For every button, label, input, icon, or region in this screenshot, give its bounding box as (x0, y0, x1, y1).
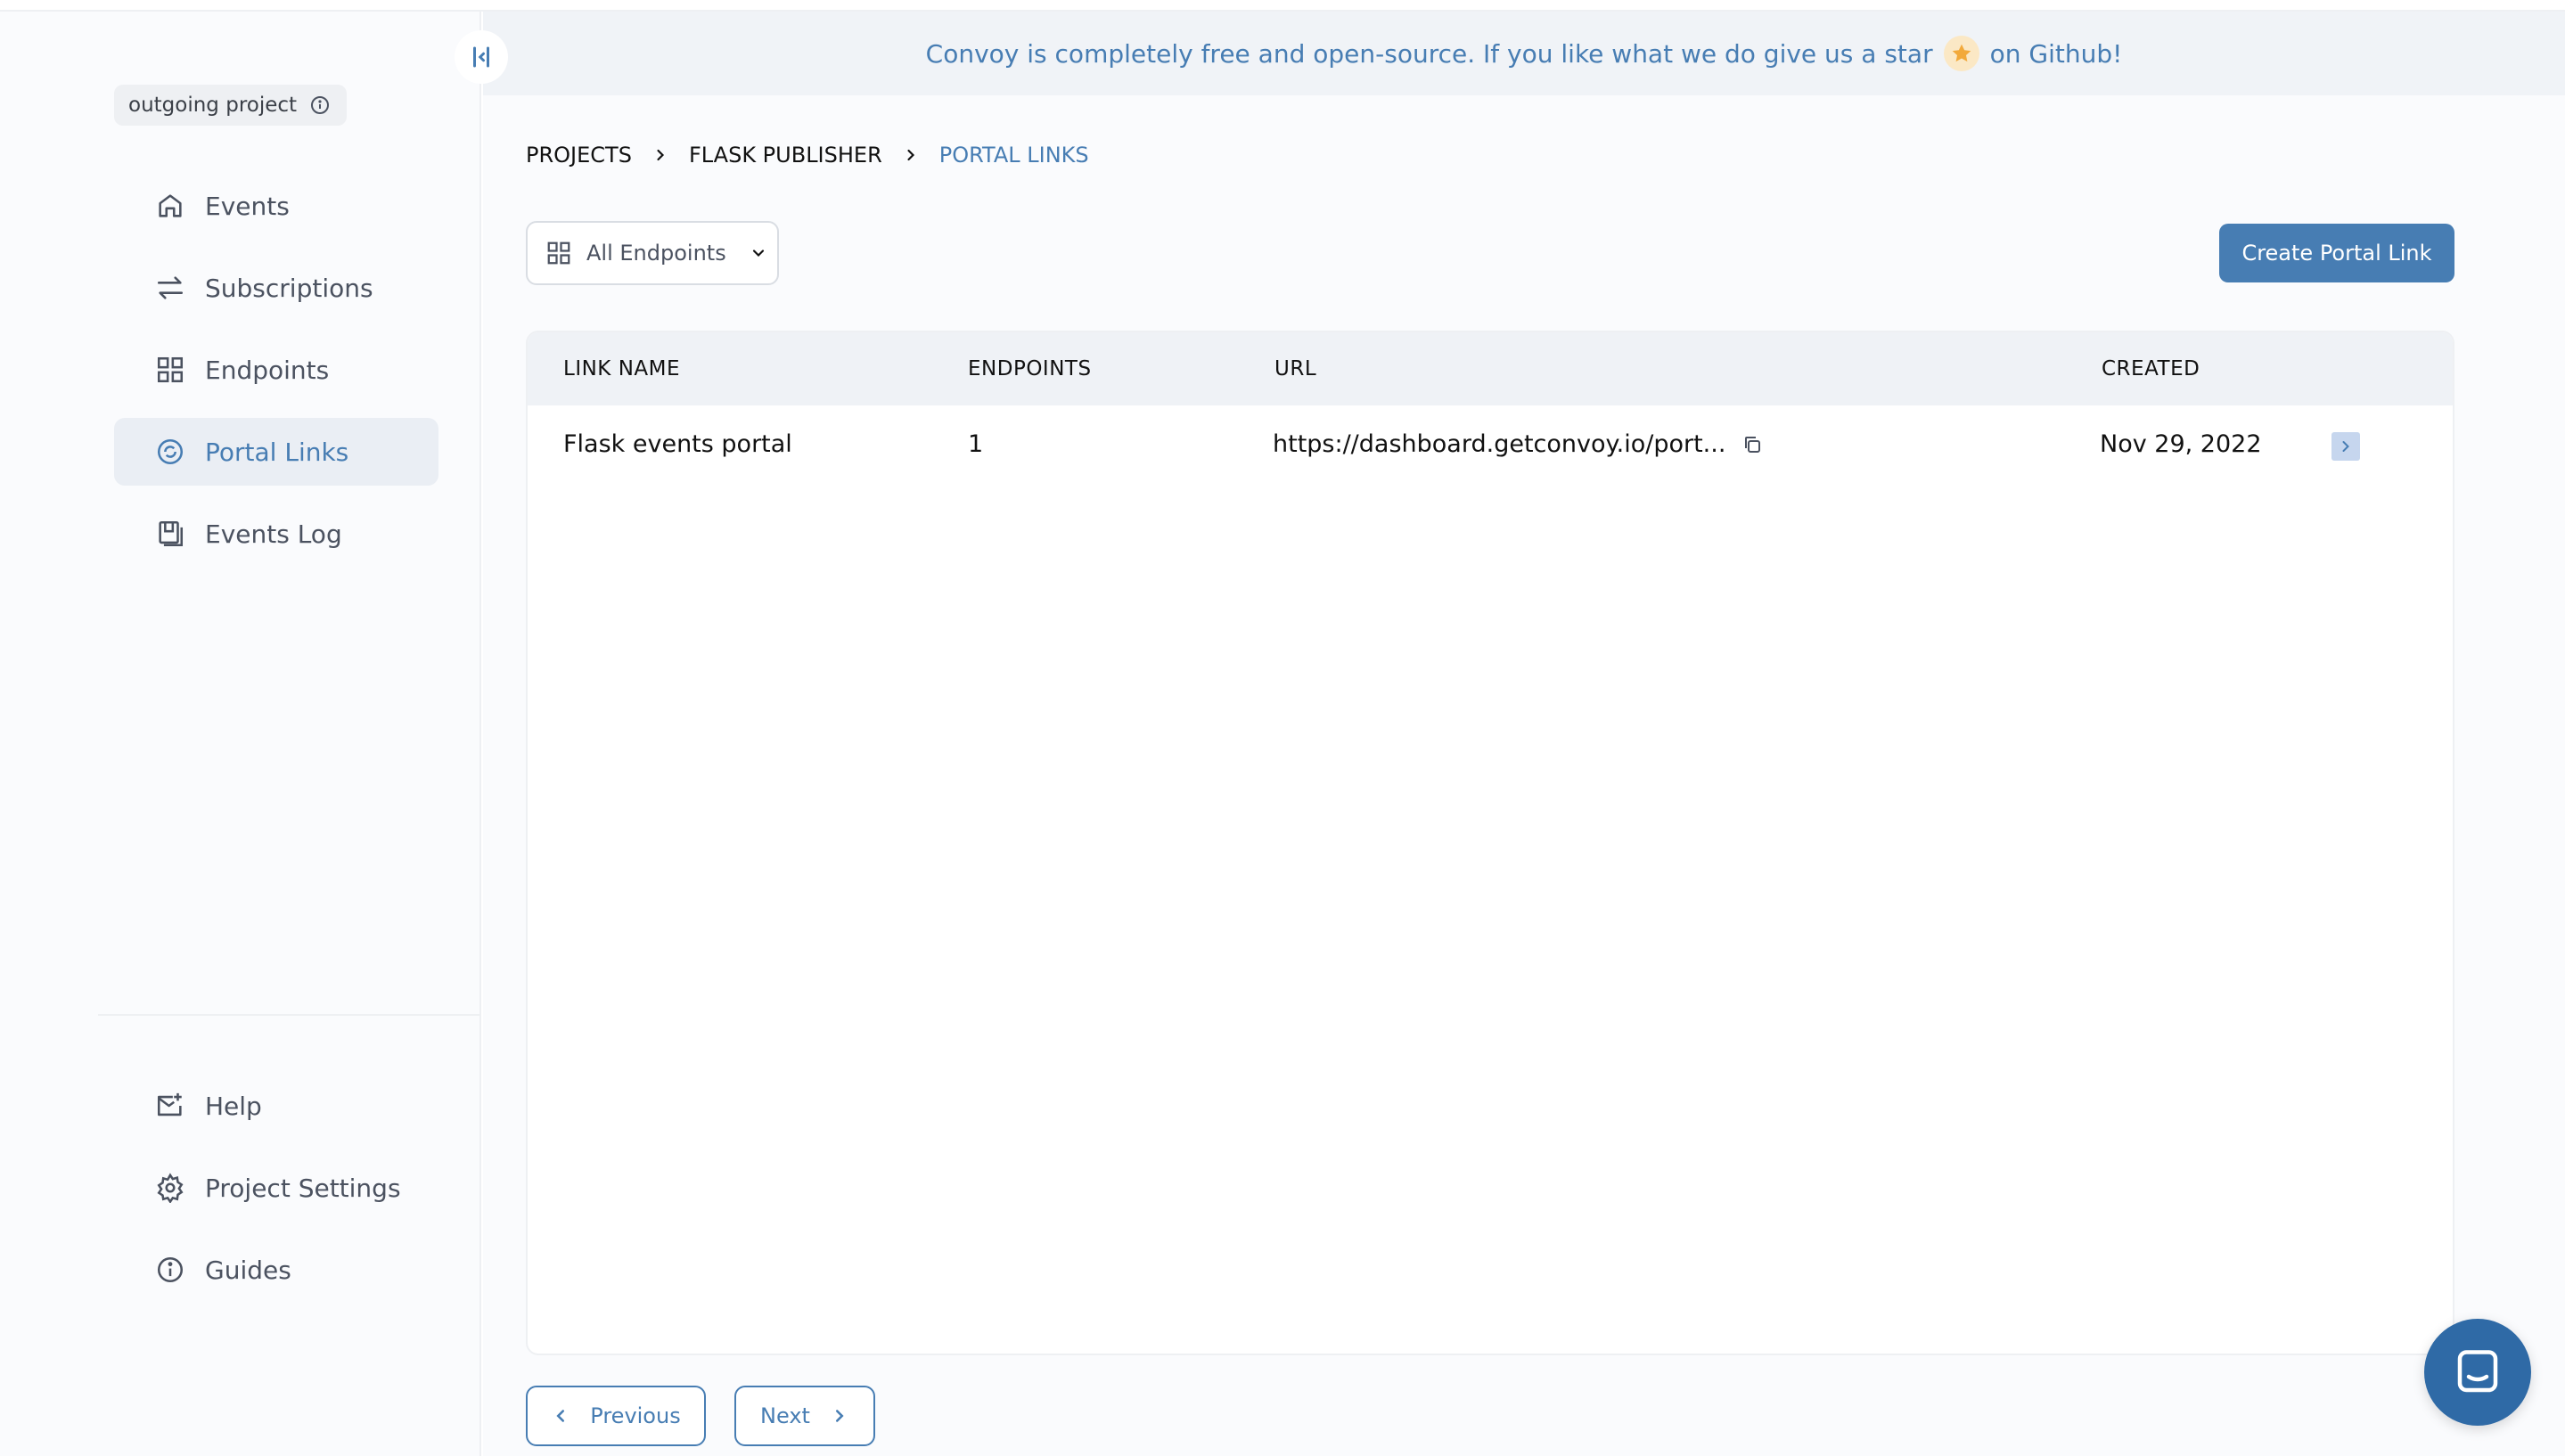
project-name: outgoing project (128, 94, 298, 117)
sidebar-divider (98, 1014, 481, 1016)
endpoints-filter-dropdown[interactable]: All Endpoints (526, 221, 779, 285)
home-icon (159, 194, 182, 217)
sidebar-item-label: Subscriptions (205, 273, 373, 303)
github-banner: Convoy is completely free and open-sourc… (483, 12, 2565, 95)
previous-page-button[interactable]: Previous (526, 1386, 706, 1446)
banner-link[interactable]: on Github! (1990, 39, 2123, 69)
gear-icon (157, 1173, 184, 1203)
column-header-created: CREATED (2102, 357, 2200, 380)
project-badge[interactable]: outgoing project (114, 85, 348, 126)
info-icon (157, 1256, 184, 1283)
chat-icon (2457, 1350, 2498, 1393)
create-portal-link-button[interactable]: Create Portal Link (2219, 224, 2454, 282)
url-text: https://dashboard.getconvoy.io/port... (1273, 430, 1726, 458)
sidebar-item-guides[interactable]: Guides (114, 1236, 438, 1304)
breadcrumb-projects[interactable]: PROJECTS (526, 143, 632, 168)
chevron-left-icon (556, 1410, 565, 1422)
sidebar-item-subscriptions[interactable]: Subscriptions (114, 254, 438, 322)
sidebar-collapse-button[interactable] (455, 30, 508, 84)
column-header-link-name: LINK NAME (563, 357, 681, 380)
sidebar-item-project-settings[interactable]: Project Settings (114, 1154, 438, 1222)
top-edge (0, 0, 2565, 12)
table-row[interactable]: Flask events portal 1 https://dashboard.… (528, 405, 2453, 489)
previous-label: Previous (590, 1403, 681, 1428)
star-icon (1952, 44, 1971, 62)
chat-widget-button[interactable] (2424, 1319, 2531, 1426)
arrows-icon (157, 276, 184, 299)
chevron-right-icon (2342, 441, 2349, 452)
filter-label: All Endpoints (586, 241, 726, 266)
column-header-endpoints: ENDPOINTS (968, 357, 1092, 380)
breadcrumb: PROJECTS FLASK PUBLISHER PORTAL LINKS (526, 143, 1089, 168)
portal-icon (157, 438, 184, 465)
sidebar-item-label: Portal Links (205, 437, 349, 467)
collapse-icon (473, 46, 489, 68)
grid-icon (547, 241, 570, 265)
next-label: Next (760, 1403, 810, 1428)
main-content: Convoy is completely free and open-sourc… (483, 12, 2565, 1456)
sidebar-item-label: Project Settings (205, 1173, 401, 1203)
sidebar-item-endpoints[interactable]: Endpoints (114, 336, 438, 404)
row-open-button[interactable] (2331, 432, 2360, 461)
cell-link-name: Flask events portal (563, 430, 792, 458)
sidebar-item-label: Events Log (205, 519, 342, 549)
next-page-button[interactable]: Next (734, 1386, 875, 1446)
sidebar-item-events-log[interactable]: Events Log (114, 500, 438, 568)
cell-url: https://dashboard.getconvoy.io/port... (1273, 430, 1763, 458)
cell-created: Nov 29, 2022 (2100, 430, 2262, 458)
sidebar-item-label: Help (205, 1091, 262, 1121)
info-icon (311, 96, 330, 114)
cell-endpoints: 1 (968, 430, 984, 458)
column-header-url: URL (1274, 357, 1317, 380)
portal-links-table: LINK NAME ENDPOINTS URL CREATED Flask ev… (526, 331, 2454, 1355)
chevron-right-icon (907, 149, 914, 161)
sidebar-item-label: Events (205, 191, 290, 221)
table-header: LINK NAME ENDPOINTS URL CREATED (528, 332, 2453, 405)
sidebar-item-events[interactable]: Events (114, 172, 438, 240)
breadcrumb-current: PORTAL LINKS (938, 143, 1089, 168)
sidebar: outgoing project Events Subscriptions En… (0, 12, 481, 1456)
grid-icon (157, 356, 184, 383)
log-icon (159, 520, 184, 547)
banner-text: Convoy is completely free and open-sourc… (925, 38, 1933, 69)
sidebar-nav: Events Subscriptions Endpoints Portal Li… (114, 172, 438, 582)
sidebar-item-help[interactable]: Help (114, 1072, 438, 1140)
sidebar-item-portal-links[interactable]: Portal Links (114, 418, 438, 486)
sidebar-item-label: Guides (205, 1255, 291, 1285)
chevron-right-icon (835, 1410, 844, 1422)
chevron-down-icon (752, 249, 764, 258)
breadcrumb-project[interactable]: FLASK PUBLISHER (689, 143, 882, 168)
chevron-right-icon (657, 149, 664, 161)
copy-icon[interactable] (1741, 434, 1763, 455)
sidebar-item-label: Endpoints (205, 355, 330, 385)
star-badge[interactable] (1943, 36, 1979, 71)
mail-icon (157, 1092, 182, 1117)
sidebar-bottom-nav: Help Project Settings Guides (114, 1072, 438, 1318)
